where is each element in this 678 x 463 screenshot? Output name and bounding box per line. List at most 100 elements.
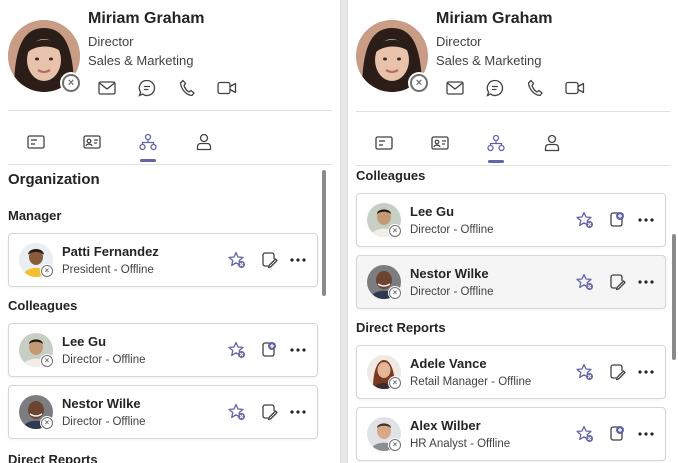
- more-options-icon[interactable]: [636, 272, 656, 292]
- favorite-icon[interactable]: [575, 362, 595, 382]
- profile-tabs: [356, 123, 580, 163]
- mail-icon[interactable]: [96, 78, 118, 98]
- favorite-icon[interactable]: [575, 272, 595, 292]
- colleagues-label: Colleagues: [356, 168, 426, 183]
- person-status: Retail Manager - Offline: [410, 376, 532, 388]
- presence-offline-icon: ×: [60, 72, 82, 94]
- edit-icon[interactable]: [607, 272, 627, 292]
- person-name: Lee Gu: [62, 334, 107, 349]
- presence-offline-icon: ×: [408, 72, 430, 94]
- presence-offline-icon: ×: [388, 438, 402, 452]
- person-card-nestor-wilke[interactable]: × Nestor Wilke Director - Offline: [8, 385, 318, 439]
- direct-reports-label: Direct Reports: [356, 320, 446, 335]
- profile-department: Sales & Marketing: [88, 53, 194, 68]
- add-contact-icon[interactable]: [259, 340, 279, 360]
- profile-title: Director: [436, 34, 482, 49]
- profile-header: × Miriam Graham Director Sales & Marketi…: [356, 10, 670, 110]
- add-contact-icon[interactable]: [607, 210, 627, 230]
- profile-header: × Miriam Graham Director Sales & Marketi…: [8, 10, 332, 110]
- person-card-patti-fernandez[interactable]: × Patti Fernandez President - Offline: [8, 233, 318, 287]
- chat-icon[interactable]: [136, 78, 158, 98]
- profile-card-left: × Miriam Graham Director Sales & Marketi…: [0, 0, 341, 463]
- mail-icon[interactable]: [444, 78, 466, 98]
- person-name: Lee Gu: [410, 204, 455, 219]
- person-status: President - Offline: [62, 264, 154, 276]
- tab-person[interactable]: [176, 122, 232, 162]
- person-card-lee-gu[interactable]: × Lee Gu Director - Offline: [8, 323, 318, 377]
- edit-icon[interactable]: [259, 402, 279, 422]
- contact-card-icon: [431, 136, 449, 150]
- person-icon: [544, 134, 560, 152]
- more-options-icon[interactable]: [288, 402, 308, 422]
- person-status: HR Analyst - Offline: [410, 438, 511, 450]
- presence-offline-icon: ×: [388, 286, 402, 300]
- video-icon[interactable]: [564, 78, 586, 98]
- tab-contact[interactable]: [64, 122, 120, 162]
- org-chart-icon: [487, 134, 505, 152]
- tab-contact[interactable]: [412, 123, 468, 163]
- presence-offline-icon: ×: [40, 416, 54, 430]
- person-status: Director - Offline: [62, 416, 146, 428]
- scrollbar-thumb[interactable]: [322, 170, 326, 296]
- contact-actions: [96, 78, 238, 98]
- profile-name: Miriam Graham: [88, 10, 205, 27]
- direct-reports-label-cut: Direct Reports: [8, 452, 98, 463]
- org-chart-icon: [139, 133, 157, 151]
- person-name: Nestor Wilke: [62, 396, 141, 411]
- chat-icon[interactable]: [484, 78, 506, 98]
- overview-icon: [27, 135, 45, 149]
- phone-icon[interactable]: [176, 78, 198, 98]
- presence-offline-icon: ×: [40, 264, 54, 278]
- profile-name: Miriam Graham: [436, 10, 553, 27]
- presence-offline-icon: ×: [40, 354, 54, 368]
- tab-organization[interactable]: [468, 123, 524, 163]
- more-options-icon[interactable]: [636, 362, 656, 382]
- person-name: Patti Fernandez: [62, 244, 159, 259]
- manager-label: Manager: [8, 208, 62, 223]
- person-status: Director - Offline: [410, 224, 494, 236]
- favorite-icon[interactable]: [227, 340, 247, 360]
- person-status: Director - Offline: [410, 286, 494, 298]
- profile-department: Sales & Marketing: [436, 53, 542, 68]
- add-contact-icon[interactable]: [607, 424, 627, 444]
- more-options-icon[interactable]: [636, 424, 656, 444]
- more-options-icon[interactable]: [636, 210, 656, 230]
- profile-card-right: × Miriam Graham Director Sales & Marketi…: [347, 0, 678, 463]
- person-name: Alex Wilber: [410, 418, 481, 433]
- overview-icon: [375, 136, 393, 150]
- person-name: Adele Vance: [410, 356, 487, 371]
- person-card-adele-vance[interactable]: × Adele Vance Retail Manager - Offline: [356, 345, 666, 399]
- tab-organization[interactable]: [120, 122, 176, 162]
- phone-icon[interactable]: [524, 78, 546, 98]
- presence-offline-icon: ×: [388, 376, 402, 390]
- favorite-icon[interactable]: [575, 210, 595, 230]
- more-options-icon[interactable]: [288, 250, 308, 270]
- person-status: Director - Offline: [62, 354, 146, 366]
- edit-icon[interactable]: [607, 362, 627, 382]
- edit-icon[interactable]: [259, 250, 279, 270]
- person-card-nestor-wilke[interactable]: × Nestor Wilke Director - Offline: [356, 255, 666, 309]
- more-options-icon[interactable]: [288, 340, 308, 360]
- organization-content: Organization Manager × Patti Fernandez P…: [0, 165, 340, 463]
- scrollbar-thumb[interactable]: [672, 234, 676, 360]
- video-icon[interactable]: [216, 78, 238, 98]
- tab-overview[interactable]: [8, 122, 64, 162]
- tab-person[interactable]: [524, 123, 580, 163]
- person-card-alex-wilber[interactable]: × Alex Wilber HR Analyst - Offline: [356, 407, 666, 461]
- profile-title: Director: [88, 34, 134, 49]
- contact-card-icon: [83, 135, 101, 149]
- header-divider: [8, 110, 332, 111]
- presence-offline-icon: ×: [388, 224, 402, 238]
- favorite-icon[interactable]: [575, 424, 595, 444]
- organization-content: Colleagues × Lee Gu Director - Offline ×…: [348, 166, 678, 463]
- header-divider: [356, 111, 670, 112]
- tab-overview[interactable]: [356, 123, 412, 163]
- organization-heading: Organization: [8, 171, 100, 188]
- person-name: Nestor Wilke: [410, 266, 489, 281]
- person-card-lee-gu[interactable]: × Lee Gu Director - Offline: [356, 193, 666, 247]
- favorite-icon[interactable]: [227, 250, 247, 270]
- profile-tabs: [8, 122, 232, 162]
- contact-actions: [444, 78, 586, 98]
- favorite-icon[interactable]: [227, 402, 247, 422]
- person-icon: [196, 133, 212, 151]
